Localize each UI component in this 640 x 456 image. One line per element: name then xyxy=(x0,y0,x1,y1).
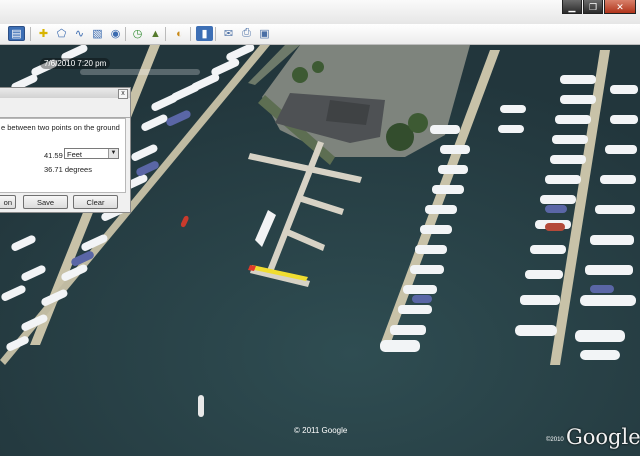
planets-icon[interactable]: ◐ xyxy=(171,26,188,41)
toolbar: ▤ ✚ ⬠ ∿ ▧ ◉ ◷ ▲ ◐ ▮ ✉ ⎙ ▣ xyxy=(0,24,640,45)
measurement-description: e between two points on the ground xyxy=(1,123,120,132)
path-icon[interactable]: ∿ xyxy=(71,26,88,41)
measurement-panel: e between two points on the ground 41.59… xyxy=(0,118,126,193)
ruler-dialog: x e between two points on the ground 41.… xyxy=(0,87,131,213)
toolbar-separator xyxy=(190,27,191,41)
toolbar-separator xyxy=(30,27,31,41)
heading-value: 36.71 degrees xyxy=(44,165,92,174)
toolbar-separator xyxy=(215,27,216,41)
window-titlebar: ▁ ❐ ✕ xyxy=(0,0,640,25)
google-logo: Google xyxy=(566,425,640,449)
print-icon[interactable]: ⎙ xyxy=(238,26,255,41)
dialog-close-button[interactable]: x xyxy=(118,89,128,99)
window-controls: ▁ ❐ ✕ xyxy=(561,0,636,14)
chevron-down-icon[interactable]: ▼ xyxy=(108,149,118,158)
image-overlay-icon[interactable]: ▧ xyxy=(89,26,106,41)
sidebar-icon[interactable]: ▤ xyxy=(8,26,25,41)
close-button[interactable]: ✕ xyxy=(604,0,636,14)
time-slider[interactable] xyxy=(80,69,200,75)
historical-imagery-icon[interactable]: ◷ xyxy=(129,26,146,41)
dialog-tabs xyxy=(0,100,130,118)
placemark-icon[interactable]: ✚ xyxy=(35,26,52,41)
polygon-icon[interactable]: ⬠ xyxy=(53,26,70,41)
unit-dropdown-value: Feet xyxy=(67,150,83,159)
sunlight-icon[interactable]: ▲ xyxy=(147,26,164,41)
toolbar-separator xyxy=(165,27,166,41)
maximize-button[interactable]: ❐ xyxy=(583,0,603,14)
dialog-titlebar[interactable]: x xyxy=(0,88,130,99)
imagery-date: 7/6/2010 7:20 pm xyxy=(40,58,111,69)
minimize-button[interactable]: ▁ xyxy=(562,0,582,14)
save-image-icon[interactable]: ▣ xyxy=(256,26,273,41)
copyright-text: © 2011 Google xyxy=(294,426,348,435)
unit-dropdown[interactable]: Feet ▼ xyxy=(64,148,119,159)
ruler-icon[interactable]: ▮ xyxy=(196,26,213,41)
email-icon[interactable]: ✉ xyxy=(220,26,237,41)
clear-button[interactable]: Clear xyxy=(73,195,118,209)
save-button[interactable]: Save xyxy=(23,195,68,209)
tour-icon[interactable]: ◉ xyxy=(107,26,124,41)
toolbar-separator xyxy=(125,27,126,41)
imagery-year: ©2010 xyxy=(546,437,564,443)
length-value: 41.59 xyxy=(44,151,63,160)
navigation-button[interactable]: on xyxy=(0,195,16,209)
